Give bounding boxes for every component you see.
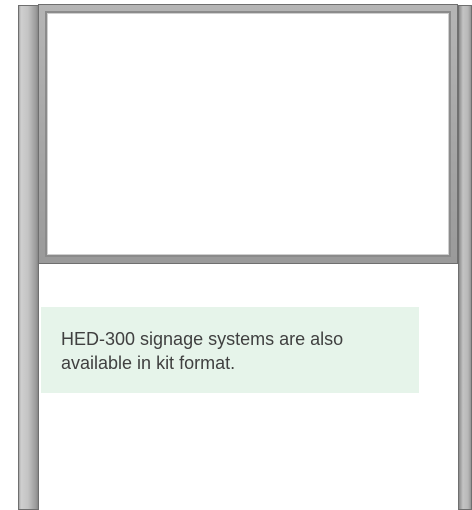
sign-frame xyxy=(38,4,458,264)
caption-box: HED-300 signage systems are also availab… xyxy=(41,307,419,393)
left-post xyxy=(18,5,39,510)
caption-text: HED-300 signage systems are also availab… xyxy=(61,329,344,373)
right-post xyxy=(458,5,472,510)
sign-panel xyxy=(45,11,451,257)
